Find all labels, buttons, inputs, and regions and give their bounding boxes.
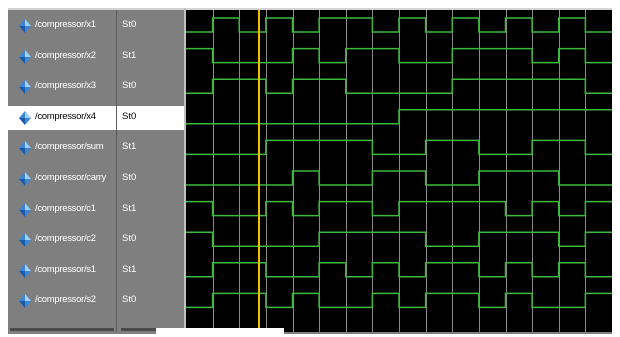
signal-value: St1 — [122, 49, 137, 61]
waveform-trace — [186, 109, 612, 125]
signal-name: /compressor/c2 — [35, 233, 96, 245]
signal-name: /compressor/x1 — [35, 19, 96, 30]
signal-value-row[interactable]: St0 — [117, 289, 185, 313]
signal-row[interactable]: /compressor/c1 — [8, 198, 116, 222]
signal-value-row[interactable]: St0 — [117, 167, 185, 191]
signal-diamond-icon — [19, 110, 31, 125]
signal-row[interactable]: /compressor/s2 — [8, 289, 116, 313]
waveform-trace — [186, 17, 612, 33]
waveform-trace — [186, 200, 612, 217]
signal-value-row[interactable]: St1 — [117, 198, 185, 222]
waveform-trace — [186, 262, 612, 278]
waveform-pane[interactable] — [186, 10, 612, 332]
signal-value: St0 — [122, 233, 137, 245]
signal-names-pane: /compressor/x1/compressor/x2/compressor/… — [8, 10, 116, 332]
waveform-horizontal-scrollbar[interactable] — [156, 328, 284, 334]
signal-value-row[interactable]: St1 — [117, 136, 185, 160]
signal-value: St1 — [122, 141, 137, 153]
signal-value: St0 — [122, 294, 137, 306]
signal-diamond-icon — [19, 202, 31, 217]
signal-diamond-icon — [19, 80, 31, 95]
signal-value-row[interactable]: St0 — [117, 105, 185, 130]
signal-value-row[interactable]: St1 — [117, 45, 185, 69]
signal-diamond-icon — [19, 49, 31, 64]
signal-diamond-icon — [19, 263, 31, 278]
signal-row[interactable]: /compressor/x2 — [8, 45, 116, 69]
signal-name: /compressor/c1 — [35, 202, 96, 214]
signal-row[interactable]: /compressor/s1 — [8, 259, 116, 283]
signal-name: /compressor/carry — [35, 172, 106, 183]
signal-diamond-icon — [19, 19, 31, 33]
signal-diamond-icon — [19, 294, 31, 309]
signal-value: St0 — [122, 110, 137, 122]
waveform-canvas[interactable] — [186, 10, 612, 332]
signal-value: St0 — [122, 80, 137, 92]
signal-value-row[interactable]: St0 — [117, 75, 185, 99]
signal-value: St1 — [122, 263, 137, 275]
waveform-trace — [186, 47, 612, 64]
signal-name: /compressor/sum — [35, 141, 104, 153]
signal-row[interactable]: /compressor/x3 — [8, 75, 116, 99]
signal-name: /compressor/s2 — [35, 294, 96, 306]
signal-value-row[interactable]: St0 — [117, 228, 185, 252]
names-scrollbar[interactable] — [10, 328, 114, 331]
signal-value-row[interactable]: St1 — [117, 259, 185, 283]
signal-row[interactable]: /compressor/c2 — [8, 228, 116, 252]
signal-value: St0 — [122, 19, 137, 30]
signal-diamond-icon — [19, 141, 31, 156]
signal-row[interactable]: /compressor/carry — [8, 167, 116, 191]
signal-value-row[interactable]: St0 — [117, 14, 185, 38]
signal-value: St0 — [122, 172, 137, 183]
signal-values-pane: St0 St1 St0 St0 St1 St0 St1 St0 St1 St0 — [116, 10, 185, 332]
signal-row[interactable]: /compressor/x4 — [8, 105, 116, 130]
wave-window: /compressor/x1/compressor/x2/compressor/… — [8, 8, 612, 334]
signal-name: /compressor/s1 — [35, 263, 96, 275]
signal-name: /compressor/x4 — [35, 110, 96, 122]
signal-diamond-icon — [19, 233, 31, 248]
signal-name: /compressor/x3 — [35, 80, 96, 92]
waveform-trace — [186, 292, 612, 309]
signal-value: St1 — [122, 202, 137, 214]
signal-row[interactable]: /compressor/sum — [8, 136, 116, 160]
signal-diamond-icon — [19, 172, 31, 186]
signal-row[interactable]: /compressor/x1 — [8, 14, 116, 38]
signal-name: /compressor/x2 — [35, 49, 96, 61]
